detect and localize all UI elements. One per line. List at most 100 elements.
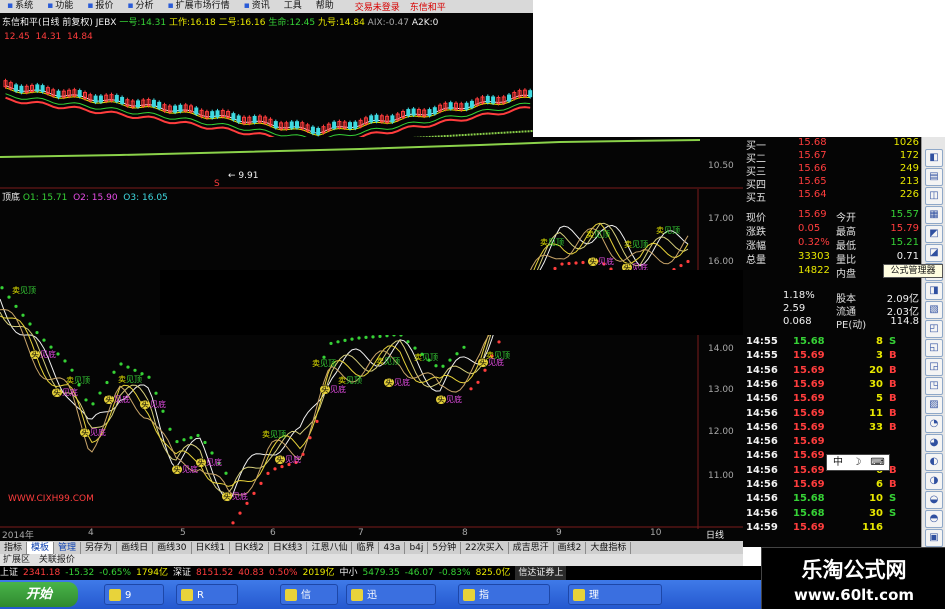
bid-row[interactable]: 买四 15.65 213 <box>743 176 921 191</box>
template-tab[interactable]: 日K线2 <box>230 541 269 554</box>
toolbar-tool-icon[interactable]: ◱ <box>925 339 943 357</box>
tick-time: 14:56 <box>746 378 778 390</box>
tick-row[interactable]: 14:56 15.69 30 B <box>743 379 921 393</box>
toolbar-tool-icon[interactable]: ◑ <box>925 472 943 490</box>
toolbar-tool-icon[interactable]: ◒ <box>925 491 943 509</box>
menu-function[interactable]: ▪ 功能 <box>40 0 80 13</box>
menu-help[interactable]: 帮助 <box>309 0 341 13</box>
toolbar-tool-icon[interactable]: ▣ <box>925 529 943 547</box>
tick-row[interactable]: 14:55 15.68 8 S <box>743 336 921 350</box>
menu-system[interactable]: ▪ 系统 <box>0 0 40 13</box>
candle-body <box>390 115 395 123</box>
template-tab[interactable]: 画线日 <box>117 541 154 554</box>
ext-area-tab[interactable]: 扩展区 <box>3 555 30 565</box>
template-tab[interactable]: 管理 <box>54 541 82 554</box>
moving-average-line <box>5 87 531 136</box>
template-tab[interactable]: 画线30 <box>153 541 192 554</box>
taskbar-window-button[interactable]: 理 <box>568 584 662 605</box>
low-price-marker: ← 9.91 <box>228 171 259 181</box>
menu-quote[interactable]: ▪ 报价 <box>80 0 120 13</box>
candle-body <box>310 126 315 134</box>
formula-manager-tooltip[interactable]: 公式管理器 <box>883 264 943 278</box>
broker-label[interactable]: 信达证券上 <box>515 566 567 580</box>
menu-ext-market[interactable]: ▪ 扩展市场行情 <box>161 0 237 13</box>
toolbar-tool-icon[interactable]: ◲ <box>925 358 943 376</box>
toolbar-tool-icon[interactable]: ◫ <box>925 187 943 205</box>
template-tab[interactable]: 日K线1 <box>192 541 231 554</box>
related-quote-tab[interactable]: 关联报价 <box>39 555 75 565</box>
template-tab[interactable]: 大盘指标 <box>586 541 632 554</box>
bid-row[interactable]: 买一 15.68 1026 <box>743 137 921 152</box>
template-tab[interactable]: 43a <box>379 541 406 554</box>
template-tab[interactable]: 指标 <box>0 541 28 554</box>
taskbar-window-button[interactable]: 指 <box>458 584 550 605</box>
time-label-9: 9 <box>556 528 562 538</box>
template-tab[interactable]: 江恩八仙 <box>307 541 353 554</box>
tick-price: 15.69 <box>793 464 825 476</box>
tick-row[interactable]: 14:56 15.69 <box>743 436 921 450</box>
price-label-16: 16.00 <box>708 257 734 267</box>
tick-row[interactable]: 14:56 15.68 10 S <box>743 493 921 507</box>
tick-row[interactable]: 14:56 15.68 30 S <box>743 508 921 522</box>
taskbar-window-button[interactable]: R <box>176 584 238 605</box>
lower-chart-panel[interactable]: 顶底 O1: 15.71 O2: 15.90 O3: 16.05 卖见顶 卖见顶卖… <box>0 189 743 541</box>
toolbar-tool-icon[interactable]: ◕ <box>925 434 943 452</box>
template-tab[interactable]: 画线2 <box>554 541 587 554</box>
tick-row[interactable]: 14:56 15.69 20 B <box>743 365 921 379</box>
s-marker: S <box>214 179 220 189</box>
toolbar-tool-icon[interactable]: ◐ <box>925 453 943 471</box>
toolbar-tool-icon[interactable]: ▨ <box>925 396 943 414</box>
sh-amount: 1794亿 <box>136 568 168 578</box>
toolbar-tool-icon[interactable]: ▤ <box>925 168 943 186</box>
menu-quote-label: 报价 <box>95 1 114 11</box>
toolbar-tool-icon[interactable]: ◳ <box>925 377 943 395</box>
toolbar-tool-icon[interactable]: ◩ <box>925 225 943 243</box>
ime-keyboard-icon[interactable]: ⌨ <box>870 457 884 468</box>
template-tab[interactable]: 22次买入 <box>461 541 509 554</box>
toolbar-tool-icon[interactable]: ◓ <box>925 510 943 528</box>
start-button[interactable]: 开始 <box>0 582 78 607</box>
tick-row[interactable]: 14:55 15.69 3 B <box>743 350 921 364</box>
ime-status-bar[interactable]: 中 ☽ ⌨ <box>826 454 890 471</box>
tick-row[interactable]: 14:56 15.69 33 B <box>743 422 921 436</box>
toolbar-tool-icon[interactable]: ▧ <box>925 301 943 319</box>
bid-row[interactable]: 买三 15.66 249 <box>743 163 921 178</box>
trade-login-link[interactable]: 交易未登录 <box>355 0 400 13</box>
bid-row[interactable]: 买五 15.64 226 <box>743 189 921 204</box>
template-tab[interactable]: 成吉思汗 <box>509 541 554 554</box>
toolbar-tool-icon[interactable]: ◪ <box>925 244 943 262</box>
stat-value: 14822 <box>798 265 830 276</box>
template-tab[interactable]: 日K线3 <box>269 541 308 554</box>
bid-row[interactable]: 买二 15.67 172 <box>743 150 921 165</box>
toolbar-tool-icon[interactable]: ▦ <box>925 206 943 224</box>
template-tab[interactable]: b4j <box>405 541 429 554</box>
taskbar-window-button[interactable]: 迅 <box>346 584 436 605</box>
sell-signal: 卖见顶 <box>414 353 438 362</box>
template-tab[interactable]: 5分钟 <box>428 541 462 554</box>
toolbar-tool-icon[interactable]: ◔ <box>925 415 943 433</box>
candle-body <box>157 101 162 109</box>
taskbar-window-button[interactable]: 9 <box>104 584 164 605</box>
stat-label: 总量 <box>746 255 766 266</box>
stock-name-link[interactable]: 东信和平 <box>410 0 446 13</box>
toolbar-tool-icon[interactable]: ◨ <box>925 282 943 300</box>
ime-punct-icon[interactable]: ☽ <box>852 457 861 468</box>
tick-row[interactable]: 14:59 15.69 116 <box>743 522 921 536</box>
tick-side: S <box>889 493 897 505</box>
menu-analysis[interactable]: ▪ 分析 <box>120 0 160 13</box>
template-tab[interactable]: 模板 <box>27 541 55 554</box>
tick-row[interactable]: 14:56 15.69 11 B <box>743 408 921 422</box>
tick-row[interactable]: 14:56 15.69 6B <box>743 479 921 493</box>
ime-mode[interactable]: 中 <box>833 457 843 468</box>
toolbar-tool-icon[interactable]: ◰ <box>925 320 943 338</box>
menu-info[interactable]: ▪ 资讯 <box>237 0 277 13</box>
template-tab[interactable]: 临界 <box>352 541 380 554</box>
tick-row[interactable]: 14:56 15.69 5 B <box>743 393 921 407</box>
upper-chart-panel[interactable]: 东信和平(日线 前复权) JEBX 一号:14.31 工作:16.18 二号:1… <box>0 13 533 138</box>
taskbar-window-button[interactable]: 信 <box>280 584 338 605</box>
template-tab[interactable]: 另存为 <box>81 541 118 554</box>
menu-tools[interactable]: 工具 <box>277 0 309 13</box>
app-icon <box>573 589 585 601</box>
menu-system-icon: ▪ <box>7 1 14 11</box>
toolbar-tool-icon[interactable]: ◧ <box>925 149 943 167</box>
